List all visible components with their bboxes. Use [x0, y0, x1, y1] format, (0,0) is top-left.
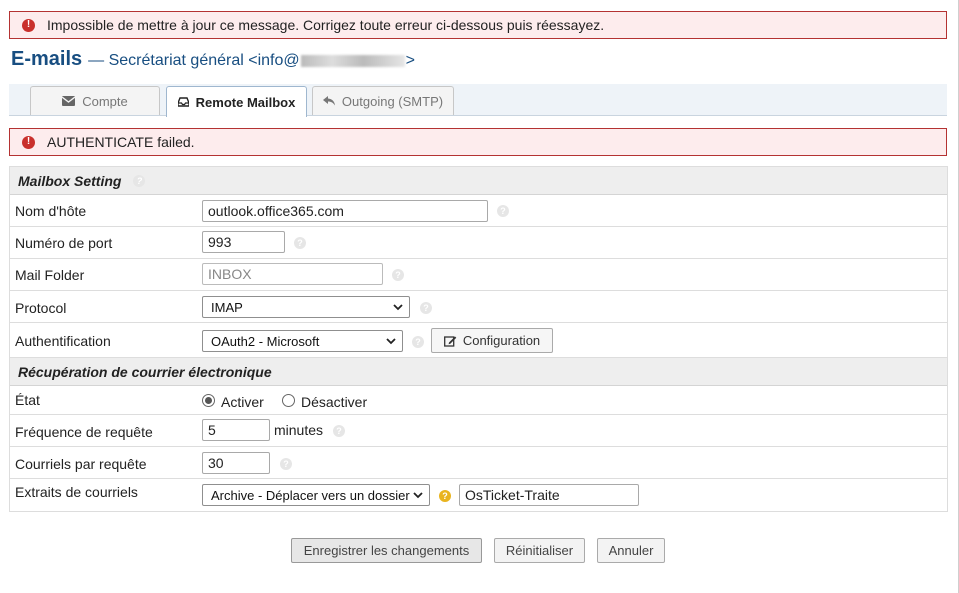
subtitle-prefix: — Secrétariat général <info@	[88, 52, 300, 69]
row-frequency: Fréquence de requête minutes ?	[10, 415, 947, 447]
state-label: État	[15, 392, 40, 408]
section-mailbox-setting: Mailbox Setting ?	[10, 167, 947, 195]
cancel-button[interactable]: Annuler	[597, 538, 665, 563]
section-fetch-title: Récupération de courrier électronique	[18, 363, 272, 380]
configuration-button[interactable]: Configuration	[431, 328, 553, 353]
frequency-unit: minutes	[274, 422, 324, 438]
per-fetch-label: Courriels par requête	[15, 456, 147, 472]
protocol-label: Protocol	[15, 300, 67, 316]
save-button[interactable]: Enregistrer les changements	[291, 538, 482, 563]
row-mail-folder: Mail Folder ?	[10, 259, 947, 291]
tab-compte[interactable]: Compte	[30, 86, 160, 115]
hostname-label: Nom d'hôte	[15, 203, 87, 219]
inbox-icon	[177, 97, 189, 107]
mail-folder-label: Mail Folder	[15, 267, 85, 283]
chevron-down-icon	[413, 492, 423, 499]
state-radio-off[interactable]	[282, 394, 295, 407]
mail-folder-input[interactable]	[202, 263, 383, 285]
auth-select[interactable]: OAuth2 - Microsoft	[202, 330, 403, 352]
section-mailbox-title: Mailbox Setting	[18, 172, 122, 189]
tab-bar: Compte Remote Mailbox Outgoing (SMTP)	[9, 84, 947, 117]
row-authentification: Authentification OAuth2 - Microsoft ? Co…	[10, 323, 947, 358]
hostname-input[interactable]	[202, 200, 488, 222]
auth-error-alert: ! AUTHENTICATE failed.	[9, 128, 947, 156]
reply-icon	[322, 96, 335, 106]
reset-button[interactable]: Réinitialiser	[494, 538, 585, 563]
fetched-action-select[interactable]: Archive - Déplacer vers un dossier	[202, 484, 430, 506]
port-input[interactable]	[202, 231, 285, 253]
row-protocol: Protocol IMAP ?	[10, 291, 947, 323]
port-label: Numéro de port	[15, 235, 113, 251]
per-fetch-input[interactable]	[202, 452, 270, 474]
auth-error-text: AUTHENTICATE failed.	[47, 134, 195, 150]
row-fetched-emails: Extraits de courriels Archive - Déplacer…	[10, 479, 947, 512]
protocol-value: IMAP	[211, 299, 243, 315]
fetched-folder-input[interactable]	[459, 484, 639, 506]
tab-remote-mailbox[interactable]: Remote Mailbox	[166, 86, 307, 117]
row-state: État Activer Désactiver	[10, 386, 947, 415]
envelope-icon	[62, 96, 76, 106]
fetched-label: Extraits de courriels	[15, 484, 138, 500]
row-port: Numéro de port ?	[10, 227, 947, 259]
subtitle-suffix: >	[405, 52, 415, 69]
chevron-down-icon	[393, 304, 403, 311]
tab-outgoing-smtp[interactable]: Outgoing (SMTP)	[312, 86, 454, 115]
row-per-fetch: Courriels par requête ?	[10, 447, 947, 479]
frequency-label: Fréquence de requête	[15, 424, 153, 440]
chevron-down-icon	[386, 338, 396, 345]
help-icon[interactable]: ?	[133, 174, 146, 187]
error-alert: ! Impossible de mettre à jour ce message…	[9, 11, 947, 39]
edit-icon	[443, 335, 457, 347]
fetched-action-value: Archive - Déplacer vers un dossier	[211, 487, 410, 503]
help-icon[interactable]: ?	[420, 302, 432, 314]
row-hostname: Nom d'hôte ?	[10, 195, 947, 227]
state-radio-on[interactable]	[202, 394, 215, 407]
auth-label: Authentification	[15, 333, 111, 349]
settings-form: Mailbox Setting ? Nom d'hôte ? Numéro de…	[9, 166, 948, 512]
protocol-select[interactable]: IMAP	[202, 296, 410, 318]
error-icon: !	[22, 18, 35, 32]
page-title-main: E-mails	[11, 48, 83, 70]
tab-remote-mailbox-label: Remote Mailbox	[195, 94, 296, 110]
tab-outgoing-smtp-label: Outgoing (SMTP)	[341, 93, 444, 109]
help-icon[interactable]: ?	[294, 237, 306, 249]
tab-compte-label: Compte	[82, 93, 128, 109]
redacted-email	[300, 54, 405, 67]
section-fetch: Récupération de courrier électronique	[10, 358, 947, 386]
help-icon[interactable]: ?	[392, 269, 404, 281]
state-on-label: Activer	[221, 394, 264, 410]
help-icon[interactable]: ?	[333, 425, 345, 437]
auth-value: OAuth2 - Microsoft	[211, 333, 320, 349]
help-icon[interactable]: ?	[412, 336, 424, 348]
help-icon[interactable]: ?	[497, 205, 509, 217]
state-off-label: Désactiver	[301, 394, 368, 410]
help-icon[interactable]: ?	[439, 490, 451, 502]
configuration-label: Configuration	[462, 333, 541, 348]
error-icon: !	[22, 135, 35, 149]
page-title-sub: — Secrétariat général <info@ >	[88, 52, 415, 70]
help-icon[interactable]: ?	[280, 458, 292, 470]
error-alert-text: Impossible de mettre à jour ce message. …	[47, 17, 605, 33]
page-title: E-mails — Secrétariat général <info@ >	[11, 48, 415, 71]
frequency-input[interactable]	[202, 419, 270, 441]
